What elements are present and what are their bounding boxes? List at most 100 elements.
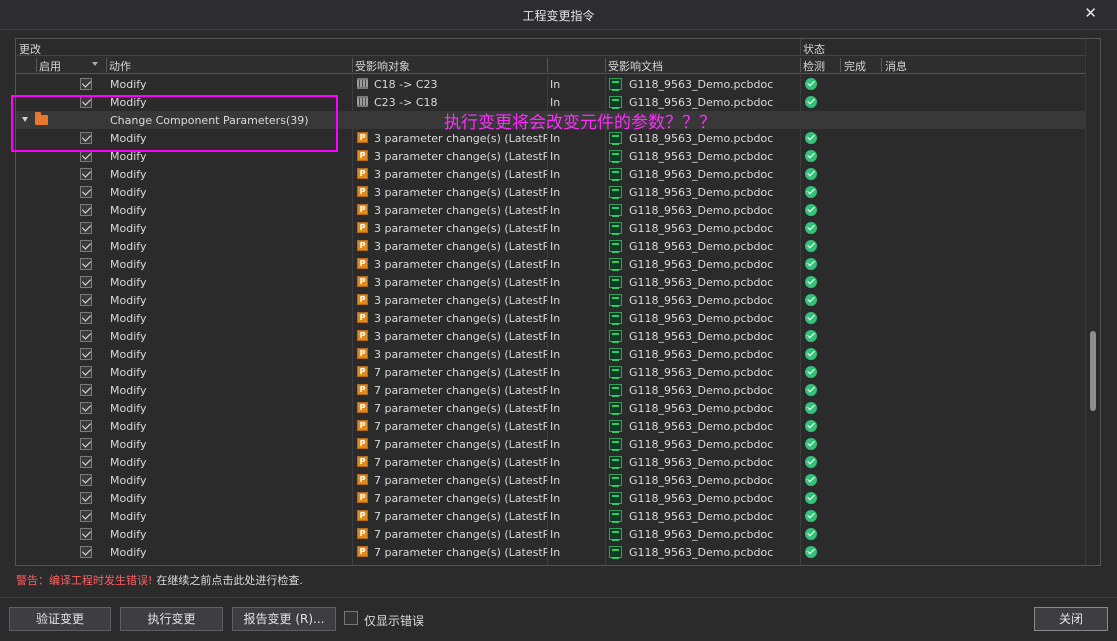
- affected-object-cell: 7 parameter change(s) (LatestRevis: [374, 528, 547, 541]
- enable-checkbox[interactable]: [80, 546, 92, 558]
- enable-checkbox[interactable]: [80, 258, 92, 270]
- enable-checkbox[interactable]: [80, 330, 92, 342]
- change-row[interactable]: Modify P 3 parameter change(s) (LatestRevi…: [16, 291, 1086, 309]
- enable-checkbox[interactable]: [80, 186, 92, 198]
- enable-checkbox[interactable]: [80, 294, 92, 306]
- change-row[interactable]: Modify P 7 parameter change(s) (LatestRevi…: [16, 417, 1086, 435]
- col-enable[interactable]: 启用: [39, 58, 61, 74]
- enable-checkbox[interactable]: [80, 78, 92, 90]
- pcb-doc-icon: [609, 258, 622, 271]
- enable-checkbox[interactable]: [80, 420, 92, 432]
- in-cell: In: [550, 258, 561, 271]
- enable-checkbox[interactable]: [80, 276, 92, 288]
- enable-checkbox[interactable]: [80, 348, 92, 360]
- pcb-doc-icon: [609, 456, 622, 469]
- action-cell: Modify: [110, 510, 147, 523]
- change-row[interactable]: Modify C18 -> C23 In G118_9563_Demo.pcbdoc: [16, 75, 1086, 93]
- change-row[interactable]: Modify P 7 parameter change(s) (LatestRevi…: [16, 489, 1086, 507]
- check-ok-icon: [805, 240, 817, 252]
- collapse-triangle-icon[interactable]: [22, 117, 28, 122]
- enable-checkbox[interactable]: [80, 168, 92, 180]
- change-row[interactable]: Modify P 3 parameter change(s) (LatestRevi…: [16, 201, 1086, 219]
- col-message[interactable]: 消息: [885, 58, 907, 74]
- col-action[interactable]: 动作: [109, 58, 131, 74]
- change-row[interactable]: Modify P 7 parameter change(s) (LatestRevi…: [16, 471, 1086, 489]
- only-show-errors-label: 仅显示错误: [364, 614, 425, 628]
- change-row[interactable]: Modify P 3 parameter change(s) (LatestRevi…: [16, 219, 1086, 237]
- enable-checkbox[interactable]: [80, 510, 92, 522]
- enable-checkbox[interactable]: [80, 366, 92, 378]
- affected-doc-cell: G118_9563_Demo.pcbdoc: [629, 456, 774, 469]
- action-cell: Modify: [110, 474, 147, 487]
- enable-checkbox[interactable]: [80, 528, 92, 540]
- action-cell: Modify: [110, 240, 147, 253]
- affected-doc-cell: G118_9563_Demo.pcbdoc: [629, 258, 774, 271]
- only-show-errors-checkbox[interactable]: [344, 611, 358, 625]
- affected-doc-cell: G118_9563_Demo.pcbdoc: [629, 528, 774, 541]
- scroll-thumb[interactable]: [1090, 331, 1096, 411]
- enable-checkbox[interactable]: [80, 150, 92, 162]
- action-cell: Modify: [110, 204, 147, 217]
- close-icon[interactable]: ✕: [1084, 4, 1097, 22]
- col-check[interactable]: 检测: [803, 58, 825, 74]
- change-row[interactable]: Modify P 3 parameter change(s) (LatestRevi…: [16, 273, 1086, 291]
- col-affected-doc[interactable]: 受影响文档: [608, 58, 663, 74]
- enable-checkbox[interactable]: [80, 312, 92, 324]
- enable-checkbox[interactable]: [80, 96, 92, 108]
- warning-bar: 警告：编译工程时发生错误! 在继续之前点击此处进行检查.: [16, 572, 303, 588]
- change-row[interactable]: Modify P 7 parameter change(s) (LatestRevi…: [16, 363, 1086, 381]
- action-cell: Modify: [110, 402, 147, 415]
- change-row[interactable]: Modify P 7 parameter change(s) (LatestRevi…: [16, 435, 1086, 453]
- col-done[interactable]: 完成: [844, 58, 866, 74]
- enable-checkbox[interactable]: [80, 384, 92, 396]
- change-row[interactable]: Modify P 7 parameter change(s) (LatestRevi…: [16, 453, 1086, 471]
- in-cell: In: [550, 78, 561, 91]
- enable-checkbox[interactable]: [80, 474, 92, 486]
- affected-doc-cell: G118_9563_Demo.pcbdoc: [629, 438, 774, 451]
- close-button[interactable]: 关闭: [1034, 607, 1108, 631]
- enable-checkbox[interactable]: [80, 456, 92, 468]
- change-row[interactable]: Modify P 3 parameter change(s) (LatestRevi…: [16, 237, 1086, 255]
- in-cell: In: [550, 366, 561, 379]
- change-row[interactable]: Modify P 3 parameter change(s) (LatestRevi…: [16, 165, 1086, 183]
- warning-label: 警告：编译工程时发生错误!: [16, 574, 153, 587]
- change-row[interactable]: Modify P 7 parameter change(s) (LatestRevi…: [16, 525, 1086, 543]
- execute-changes-button[interactable]: 执行变更: [120, 607, 223, 631]
- change-row[interactable]: Modify P 3 parameter change(s) (LatestRevi…: [16, 309, 1086, 327]
- check-ok-icon: [805, 96, 817, 108]
- report-changes-button[interactable]: 报告变更 (R)...: [232, 607, 336, 631]
- warning-check-link[interactable]: 在继续之前点击此处进行检查.: [156, 574, 303, 587]
- change-row[interactable]: Modify P 7 parameter change(s) (LatestRevi…: [16, 543, 1086, 561]
- affected-object-cell: 3 parameter change(s) (LatestRevis: [374, 330, 547, 343]
- pcb-doc-icon: [609, 402, 622, 415]
- sort-down-icon[interactable]: [92, 62, 98, 66]
- change-row[interactable]: Modify P 7 parameter change(s) (LatestRevi…: [16, 381, 1086, 399]
- action-cell: Modify: [110, 546, 147, 559]
- change-row[interactable]: Modify P 3 parameter change(s) (LatestRevi…: [16, 183, 1086, 201]
- validate-changes-button[interactable]: 验证变更: [9, 607, 111, 631]
- action-cell: Modify: [110, 276, 147, 289]
- change-row[interactable]: Modify P 3 parameter change(s) (LatestRevi…: [16, 327, 1086, 345]
- window-title: 工程变更指令: [522, 9, 595, 23]
- enable-checkbox[interactable]: [80, 402, 92, 414]
- parameter-icon: P: [357, 492, 368, 503]
- change-row[interactable]: Modify P 7 parameter change(s) (LatestRevi…: [16, 399, 1086, 417]
- enable-checkbox[interactable]: [80, 204, 92, 216]
- col-affected-object[interactable]: 受影响对象: [355, 58, 410, 74]
- change-row[interactable]: Modify P 7 parameter change(s) (LatestRevi…: [16, 507, 1086, 525]
- affected-object-cell: 3 parameter change(s) (LatestRevis: [374, 132, 547, 145]
- enable-checkbox[interactable]: [80, 132, 92, 144]
- enable-checkbox[interactable]: [80, 438, 92, 450]
- enable-checkbox[interactable]: [80, 222, 92, 234]
- change-row[interactable]: Modify P 3 parameter change(s) (LatestRevi…: [16, 345, 1086, 363]
- in-cell: In: [550, 474, 561, 487]
- enable-checkbox[interactable]: [80, 492, 92, 504]
- change-row[interactable]: Modify P 3 parameter change(s) (LatestRevi…: [16, 255, 1086, 273]
- enable-checkbox[interactable]: [80, 240, 92, 252]
- vertical-scrollbar[interactable]: [1085, 39, 1100, 565]
- action-cell: Modify: [110, 366, 147, 379]
- in-cell: In: [550, 438, 561, 451]
- check-ok-icon: [805, 78, 817, 90]
- parameter-icon: P: [357, 474, 368, 485]
- change-row[interactable]: Modify P 3 parameter change(s) (LatestRevi…: [16, 147, 1086, 165]
